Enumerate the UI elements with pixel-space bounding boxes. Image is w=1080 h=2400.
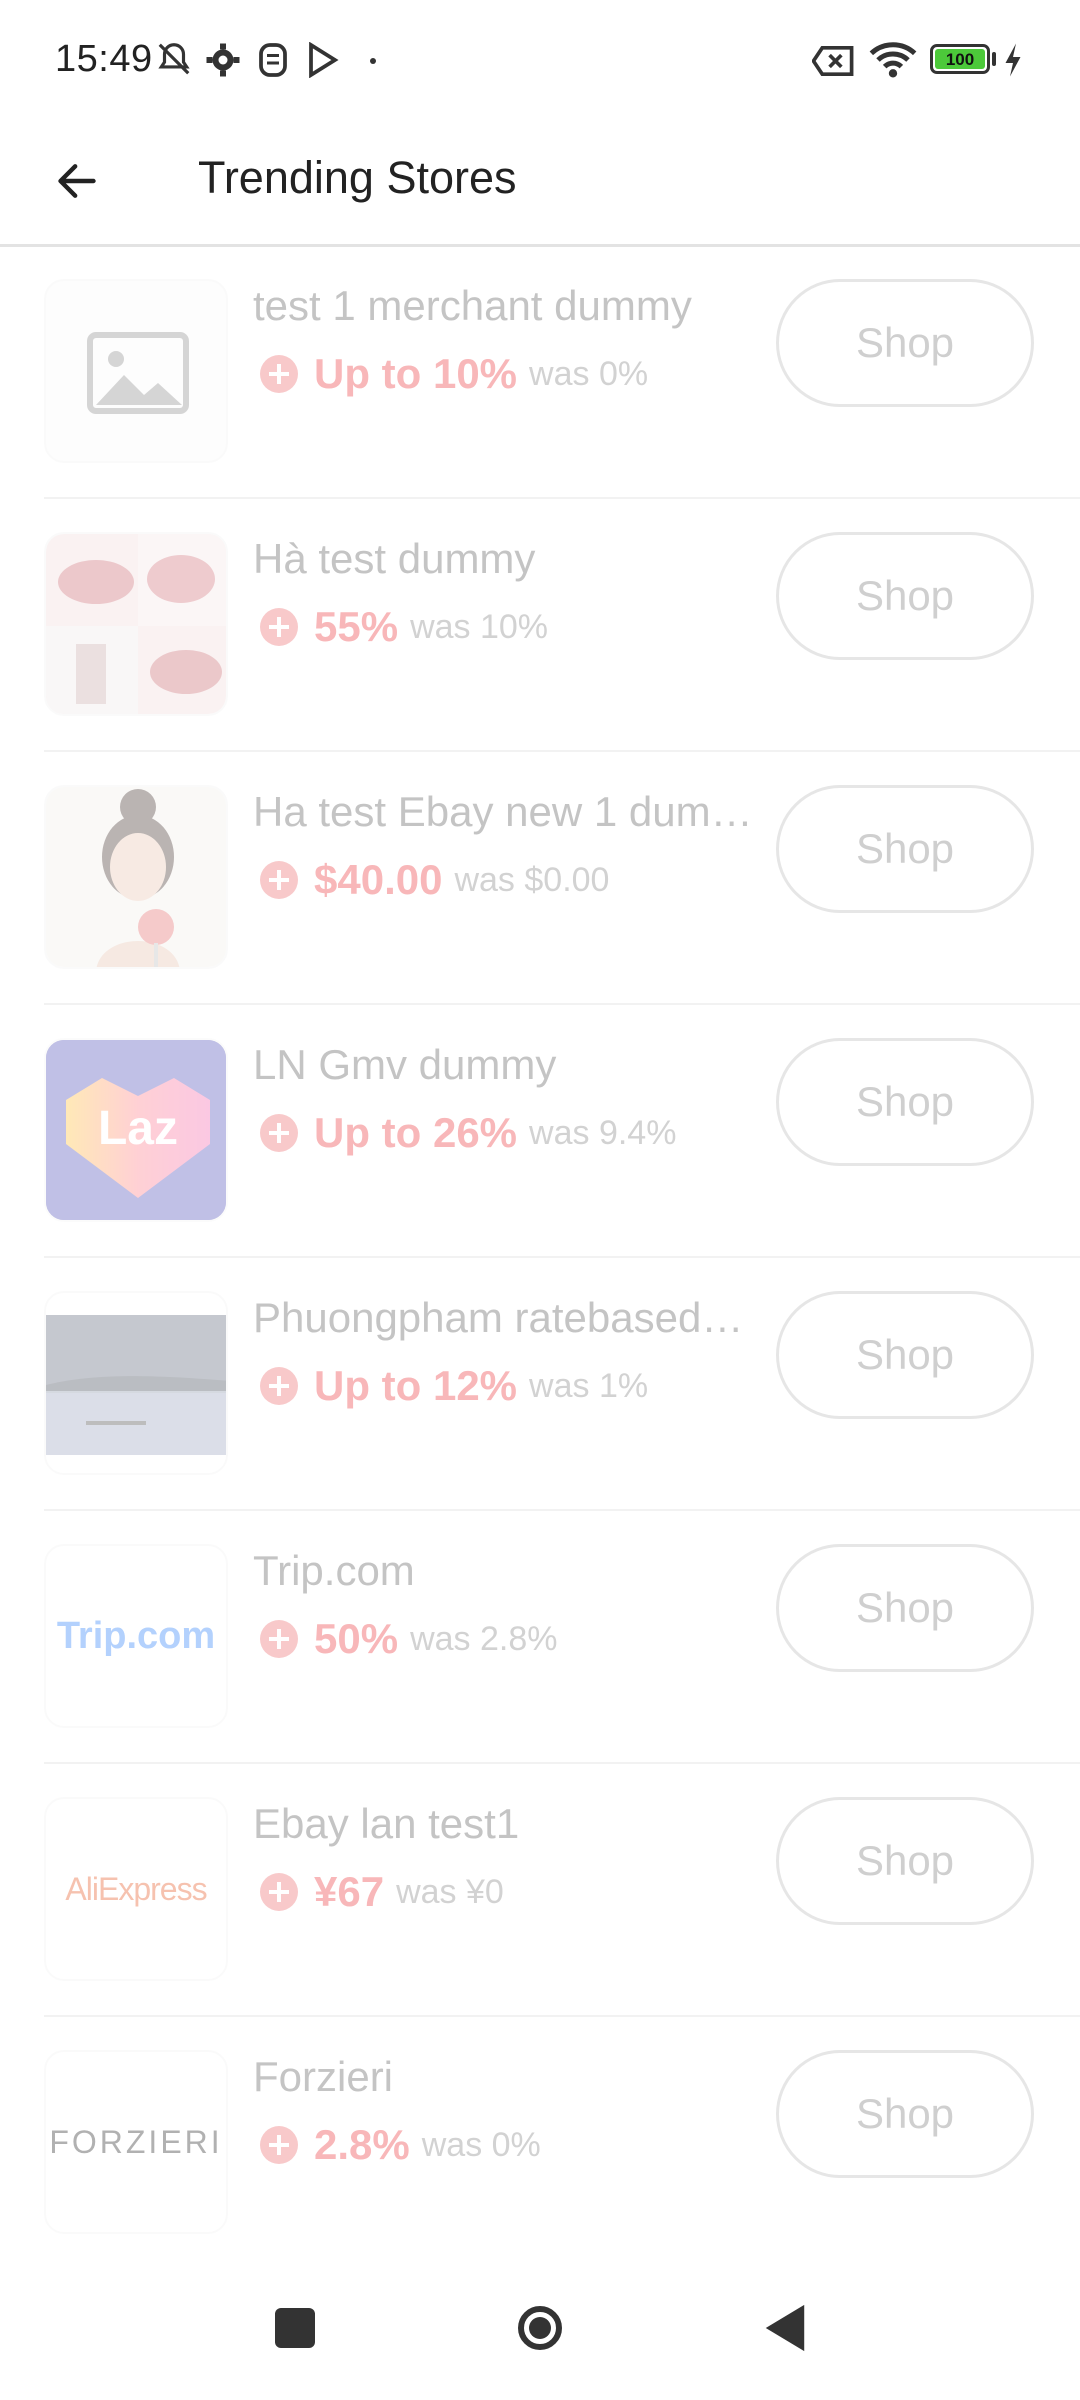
system-back-button[interactable]	[745, 2288, 825, 2368]
home-icon	[518, 2306, 562, 2350]
previous-rate: was 10%	[410, 607, 549, 646]
play-store-icon	[309, 42, 339, 78]
system-nav-bar	[0, 2268, 1080, 2400]
shop-button[interactable]: Shop	[776, 1544, 1034, 1672]
plus-circle-icon	[260, 2126, 298, 2164]
shop-button[interactable]: Shop	[776, 1291, 1034, 1419]
shop-button[interactable]: Shop	[776, 1038, 1034, 1166]
cashback-line: ¥67 was ¥0	[260, 1864, 504, 1920]
store-row[interactable]: Laz LN Gmv dummy Up to 26% was 9.4% Shop	[0, 1005, 1080, 1258]
store-list: test 1 merchant dummy Up to 10% was 0% S…	[0, 246, 1080, 2270]
cashback-line: Up to 12% was 1%	[260, 1358, 648, 1414]
store-name: Hà test dummy	[253, 535, 536, 582]
cashback-rate: $40.00	[314, 856, 443, 903]
store-name: test 1 merchant dummy	[253, 282, 692, 329]
store-row[interactable]: test 1 merchant dummy Up to 10% was 0% S…	[0, 246, 1080, 499]
cashback-line: $40.00 was $0.00	[260, 852, 609, 908]
home-button[interactable]	[500, 2288, 580, 2368]
cashback-line: 50% was 2.8%	[260, 1611, 557, 1667]
store-row[interactable]: Trip.com Trip.com 50% was 2.8% Shop	[0, 1511, 1080, 1764]
app-notification-icon	[259, 43, 287, 77]
bell-off-icon	[158, 43, 190, 75]
store-row[interactable]: Hà test dummy 55% was 10% Shop	[0, 499, 1080, 752]
store-logo	[44, 785, 228, 969]
store-logo	[44, 1291, 228, 1475]
tripcom-logo: Trip.com	[56, 1614, 216, 1657]
wifi-icon	[869, 42, 917, 78]
previous-rate: was ¥0	[396, 1872, 504, 1911]
store-name: Forzieri	[253, 2053, 394, 2100]
charging-icon	[1005, 43, 1021, 77]
dot-icon	[370, 58, 376, 64]
cashback-rate: Up to 12%	[314, 1362, 518, 1409]
page-title: Trending Stores	[198, 152, 517, 203]
recent-apps-icon	[275, 2308, 315, 2348]
plus-circle-icon	[260, 1873, 298, 1911]
cashback-line: 2.8% was 0%	[260, 2117, 541, 2173]
cashback-rate: ¥67	[314, 1868, 385, 1915]
store-logo: FORZIERI	[44, 2050, 228, 2234]
recent-apps-button[interactable]	[255, 2288, 335, 2368]
image-placeholder-icon	[87, 332, 189, 414]
store-logo: AliExpress	[44, 1797, 228, 1981]
cashback-line: Up to 26% was 9.4%	[260, 1105, 676, 1161]
battery-level: 100	[945, 49, 975, 69]
previous-rate: was 0%	[421, 2125, 541, 2164]
cashback-rate: 55%	[314, 603, 399, 650]
aliexpress-logo: AliExpress	[65, 1870, 207, 1907]
back-icon	[765, 2304, 805, 2352]
store-logo	[44, 279, 228, 463]
lipstick-photo	[46, 534, 226, 714]
plus-circle-icon	[260, 861, 298, 899]
cashback-rate: 2.8%	[314, 2121, 410, 2168]
store-logo: Laz	[44, 1038, 228, 1222]
plus-circle-icon	[260, 608, 298, 646]
cashback-rate: Up to 26%	[314, 1109, 518, 1156]
portrait-photo	[46, 787, 226, 967]
store-row[interactable]: Ha test Ebay new 1 dummy $40.00 was $0.0…	[0, 752, 1080, 1005]
store-name: Ha test Ebay new 1 dummy	[253, 788, 753, 835]
sim-off-icon	[812, 45, 854, 77]
shop-button[interactable]: Shop	[776, 2050, 1034, 2178]
shop-button[interactable]: Shop	[776, 279, 1034, 407]
store-row[interactable]: Phuongpham ratebased dummy Up to 12% was…	[0, 1258, 1080, 1511]
previous-rate: was $0.00	[454, 860, 610, 899]
store-logo	[44, 532, 228, 716]
lazada-logo-text: Laz	[98, 1102, 178, 1155]
plus-circle-icon	[260, 355, 298, 393]
shop-button[interactable]: Shop	[776, 532, 1034, 660]
store-logo: Trip.com	[44, 1544, 228, 1728]
lazada-logo: Laz	[46, 1040, 226, 1220]
store-row[interactable]: FORZIERI Forzieri 2.8% was 0% Shop	[0, 2017, 1080, 2270]
status-time: 15:49	[55, 38, 153, 80]
arrow-left-icon	[58, 164, 96, 198]
gear-icon	[206, 43, 240, 77]
previous-rate: was 9.4%	[529, 1113, 677, 1152]
shop-button[interactable]: Shop	[776, 785, 1034, 913]
cashback-line: 55% was 10%	[260, 599, 548, 655]
store-row[interactable]: AliExpress Ebay lan test1 ¥67 was ¥0 Sho…	[0, 1764, 1080, 2017]
battery-icon: 100	[930, 44, 990, 74]
forzieri-logo: FORZIERI	[49, 2123, 223, 2160]
shop-button[interactable]: Shop	[776, 1797, 1034, 1925]
back-button[interactable]	[40, 144, 114, 218]
previous-rate: was 0%	[529, 354, 649, 393]
store-name: Trip.com	[253, 1547, 415, 1594]
cashback-line: Up to 10% was 0%	[260, 346, 648, 402]
store-name: LN Gmv dummy	[253, 1041, 557, 1088]
cashback-rate: Up to 10%	[314, 350, 518, 397]
store-name: Phuongpham ratebased dummy	[253, 1294, 753, 1341]
previous-rate: was 2.8%	[410, 1619, 558, 1658]
plus-circle-icon	[260, 1620, 298, 1658]
previous-rate: was 1%	[529, 1366, 649, 1405]
battery-tip	[992, 52, 996, 66]
app-bar: Trending Stores	[0, 120, 1080, 247]
plus-circle-icon	[260, 1367, 298, 1405]
status-bar: 15:49 100	[0, 0, 1080, 120]
lake-photo	[46, 1293, 226, 1473]
cashback-rate: 50%	[314, 1615, 399, 1662]
plus-circle-icon	[260, 1114, 298, 1152]
store-name: Ebay lan test1	[253, 1800, 520, 1847]
